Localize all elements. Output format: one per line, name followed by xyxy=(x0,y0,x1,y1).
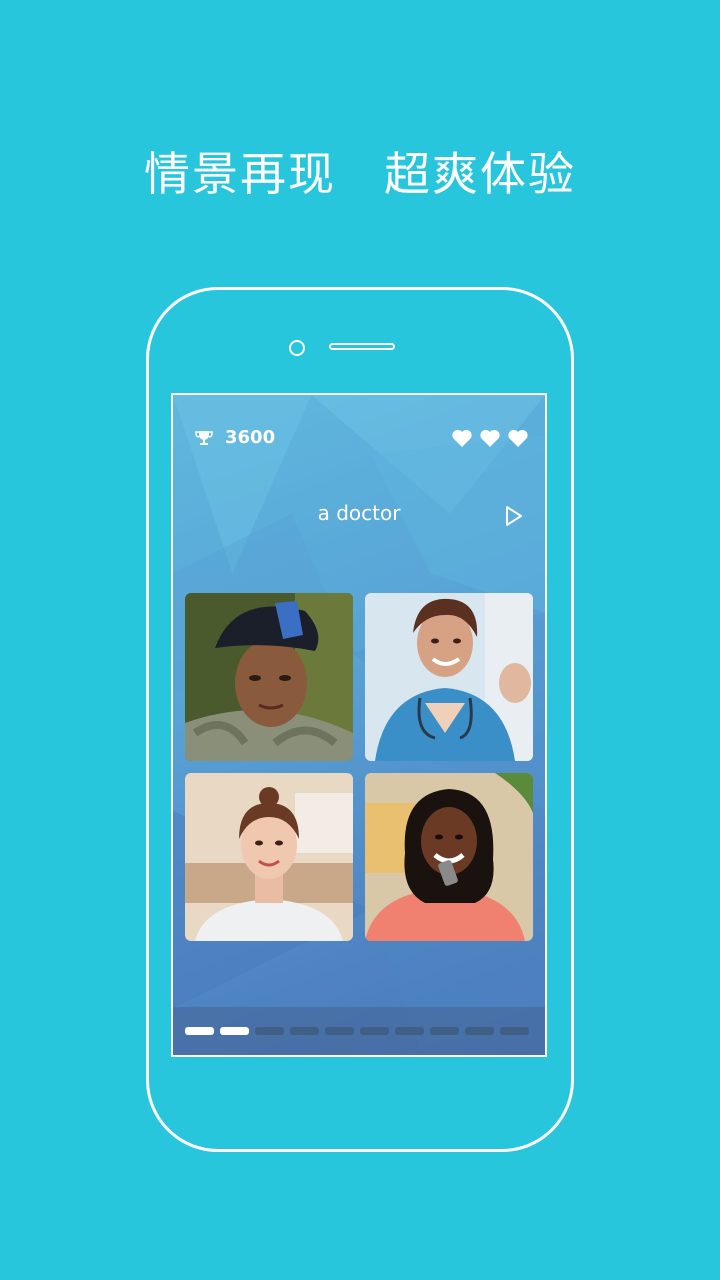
score-value: 3600 xyxy=(225,427,276,448)
progress-bar xyxy=(173,1007,545,1055)
photo-woman-on-phone xyxy=(365,773,533,941)
target-word: a doctor xyxy=(317,501,401,525)
progress-segment xyxy=(290,1027,319,1035)
heart-icon xyxy=(480,429,500,447)
choice-card-1[interactable] xyxy=(185,593,353,761)
choice-card-3[interactable] xyxy=(185,773,353,941)
phone-screen: 3600 a doctor xyxy=(171,393,547,1057)
photo-soldier xyxy=(185,593,353,761)
headline-right: 超爽体验 xyxy=(384,147,576,201)
trophy-icon xyxy=(195,430,213,445)
progress-segment xyxy=(500,1027,529,1035)
progress-segment xyxy=(465,1027,494,1035)
heart-icon xyxy=(452,429,472,447)
lives-display xyxy=(451,428,529,448)
speaker-slot xyxy=(329,343,395,350)
choice-card-2[interactable] xyxy=(365,593,533,761)
headline-left: 情景再现 xyxy=(144,147,336,201)
progress-segment xyxy=(220,1027,249,1035)
progress-segment xyxy=(430,1027,459,1035)
score-display: 3600 xyxy=(195,427,275,448)
choice-card-4[interactable] xyxy=(365,773,533,941)
headline: 情景再现 超爽体验 xyxy=(0,138,720,204)
camera-icon xyxy=(289,340,305,356)
play-icon[interactable] xyxy=(505,505,523,527)
progress-segment xyxy=(395,1027,424,1035)
progress-segment xyxy=(360,1027,389,1035)
photo-nurse xyxy=(365,593,533,761)
heart-icon xyxy=(508,429,528,447)
photo-young-woman xyxy=(185,773,353,941)
progress-segment xyxy=(185,1027,214,1035)
progress-segment xyxy=(325,1027,354,1035)
progress-segment xyxy=(255,1027,284,1035)
